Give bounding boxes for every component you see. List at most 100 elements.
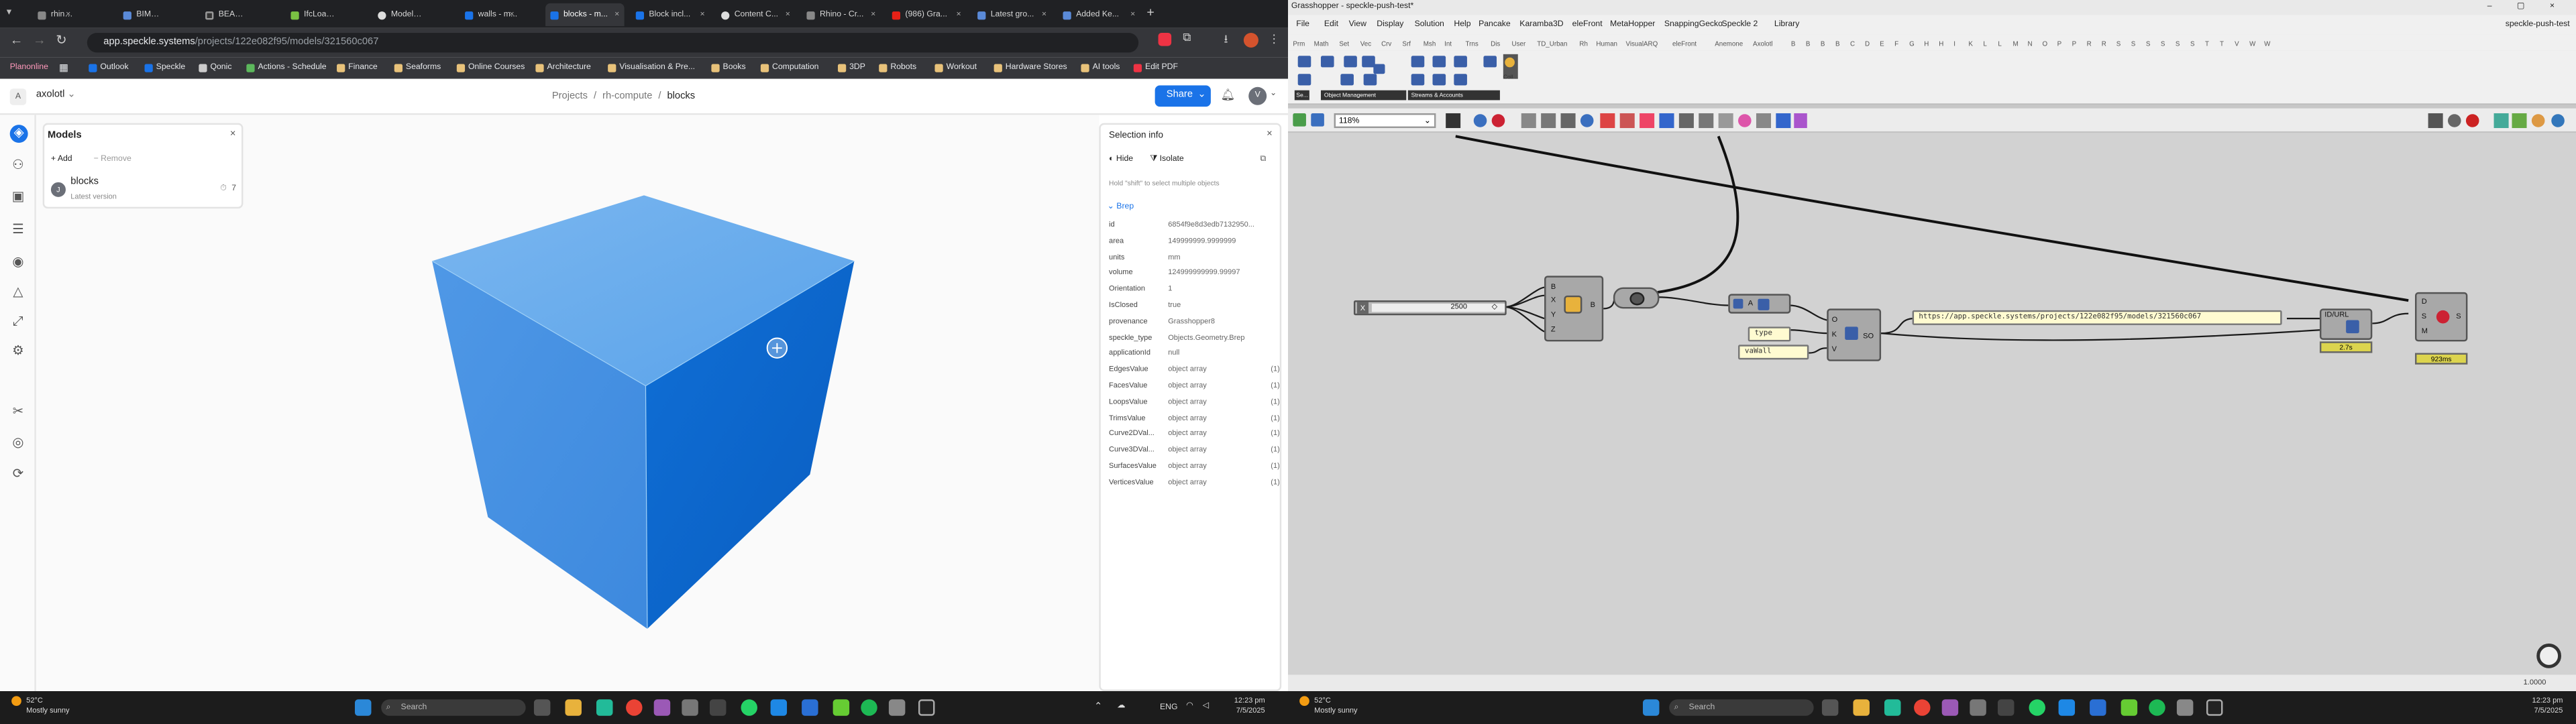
gh-tab[interactable]: S [2116, 40, 2121, 48]
gh-tab[interactable]: K [1968, 40, 1973, 48]
close-icon[interactable]: × [786, 10, 790, 20]
gh-tab[interactable]: S [2190, 40, 2195, 48]
app-icon[interactable] [1884, 699, 1901, 716]
gh-menu-item[interactable]: MetaHopper [1610, 19, 1655, 29]
save-file-icon[interactable] [1311, 113, 1324, 127]
gh-menu-item[interactable]: View [1349, 19, 1366, 29]
center-box-component[interactable]: B X Y Z B [1544, 276, 1604, 342]
spotify-icon[interactable] [861, 699, 877, 716]
remove-model-button[interactable]: − Remove [94, 154, 131, 164]
tab-search-icon[interactable]: ▾ [7, 7, 11, 18]
app-icon[interactable] [1941, 699, 1959, 716]
bookmark-folder-robots[interactable]: Robots [879, 62, 916, 72]
slider-track[interactable]: 2500 ◇ [1371, 302, 1505, 312]
app-icon[interactable] [1997, 699, 2015, 716]
convert-component[interactable] [1613, 287, 1660, 309]
bookmark-planonline[interactable]: Planonline [10, 62, 48, 72]
canvas-widget-icon[interactable] [2536, 644, 2561, 668]
property-row[interactable]: LoopsValue object array (1) [1109, 396, 1280, 409]
settings-gear-icon[interactable]: ⚙ [10, 343, 26, 359]
taskbar-clock[interactable]: 12:23 pm 7/5/2025 [2532, 696, 2563, 715]
ribbon-group-object-management[interactable]: Object Management [1320, 90, 1407, 101]
panel-value[interactable]: vaWall [1738, 345, 1809, 360]
bookmark-actions-schedule[interactable]: Actions - Schedule [246, 62, 327, 72]
vscode-icon[interactable] [770, 699, 788, 716]
property-row[interactable]: area 149999999.9999999 [1109, 235, 1280, 248]
profile-avatar-icon[interactable] [1243, 32, 1258, 48]
open-external-icon[interactable]: ⧉ [1260, 154, 1266, 164]
speckle-sync-send-component[interactable]: D S M S [2415, 292, 2468, 342]
bookmark-folder-ai-tools[interactable]: AI tools [1081, 62, 1120, 72]
gh-tab[interactable]: Anemone [1715, 40, 1743, 48]
browser-menu-icon[interactable]: ⋮ [1269, 33, 1280, 46]
comments-icon[interactable]: ▣ [10, 189, 26, 205]
downloads-icon[interactable]: ⭳ [1224, 33, 1228, 51]
gh-tab[interactable]: I [1953, 40, 1955, 48]
property-row[interactable]: SurfacesValue object array (1) [1109, 460, 1280, 473]
bookmark-folder-finance[interactable]: Finance [337, 62, 378, 72]
zoom-extents-icon[interactable]: ⤢ [10, 314, 26, 330]
gh-tab[interactable]: Vec [1360, 40, 1371, 48]
gh-tab[interactable]: B [1806, 40, 1811, 48]
browser-tab[interactable]: rhino.js c...× [33, 3, 76, 26]
gh-tab[interactable]: S [2176, 40, 2180, 48]
gh-tab[interactable]: M [2012, 40, 2018, 48]
discussions-icon[interactable]: ⚇ [10, 158, 26, 174]
tray-icon[interactable]: ☁ [1117, 701, 1125, 711]
share-button[interactable]: Share ⌄ [1155, 85, 1211, 107]
ribbon-group-collections[interactable]: Coll... [1503, 72, 1518, 82]
gh-tab[interactable]: C [1850, 40, 1855, 48]
gh-tab[interactable]: L [1983, 40, 1986, 48]
gh-menu-item[interactable]: eleFront [1572, 19, 1603, 29]
bookmark-folder-visualisation[interactable]: Visualisation & Pre... [608, 62, 695, 72]
gh-tab[interactable]: S [2146, 40, 2151, 48]
gh-menu-item[interactable]: Karamba3D [1519, 19, 1563, 29]
isolate-button[interactable]: ⧩ Isolate [1150, 154, 1183, 164]
property-row[interactable]: VerticesValue object array (1) [1109, 476, 1280, 489]
chrome-icon[interactable] [626, 699, 643, 716]
canvas-tool-icons[interactable] [1446, 112, 1807, 130]
weather-temp[interactable]: 52°C [26, 696, 69, 706]
extensions-icon[interactable]: ⧉ [1183, 33, 1191, 46]
app-icon[interactable] [2176, 699, 2194, 716]
bookmark-folder-books[interactable]: Books [711, 62, 746, 72]
browser-tab[interactable]: BEAM Cod... [201, 3, 250, 26]
gh-tab[interactable]: P [2072, 40, 2077, 48]
chrome-icon[interactable] [1914, 699, 1931, 716]
gh-tab[interactable]: Srf [1402, 40, 1411, 48]
property-row[interactable]: applicationId null [1109, 347, 1280, 361]
views-icon[interactable]: ◉ [10, 255, 26, 271]
cube-model[interactable] [431, 195, 855, 629]
property-row[interactable]: volume 124999999999.99997 [1109, 267, 1280, 280]
property-row[interactable]: provenance Grasshopper8 [1109, 315, 1280, 328]
tray-chevron-icon[interactable]: ⌃ [1094, 701, 1102, 713]
close-icon[interactable]: × [871, 10, 875, 20]
bookmark-edit-pdf[interactable]: Edit PDF [1133, 62, 1178, 72]
close-icon[interactable]: × [1130, 10, 1135, 20]
vscode-icon[interactable] [2058, 699, 2076, 716]
gh-tab[interactable]: Crv [1381, 40, 1391, 48]
display-mode-icons[interactable] [2422, 112, 2569, 130]
settings-gear-icon[interactable] [1970, 699, 1986, 716]
bookmark-folder-architecture[interactable]: Architecture [535, 62, 591, 72]
back-icon[interactable]: ← [10, 33, 23, 48]
volume-icon[interactable]: ◁ [1203, 701, 1209, 711]
property-row[interactable]: id 6854f9e8d3edb7132950... [1109, 219, 1280, 232]
bookmark-folder-workout[interactable]: Workout [934, 62, 977, 72]
speckle-param-component[interactable]: A [1728, 294, 1791, 314]
gh-menu-item[interactable]: Speckle 2 [1722, 19, 1758, 29]
bookmark-folder-seaforms[interactable]: Seaforms [394, 62, 441, 72]
gh-canvas[interactable]: X 2500 ◇ B X Y Z B A type vaWall O K V S… [1288, 133, 2576, 675]
app-icon[interactable] [653, 699, 671, 716]
gh-menu-item[interactable]: Help [1454, 19, 1470, 29]
gh-tab[interactable]: O [2043, 40, 2048, 48]
property-row[interactable]: Curve3DVal... object array (1) [1109, 444, 1280, 457]
app-icon[interactable] [709, 699, 727, 716]
browser-tab-active[interactable]: blocks - m... × [545, 3, 625, 27]
gh-tab[interactable]: L [1998, 40, 2001, 48]
app-icon[interactable] [596, 699, 613, 716]
gh-tab[interactable]: Axolotl [1753, 40, 1772, 48]
property-row[interactable]: TrimsValue object array (1) [1109, 412, 1280, 425]
property-row[interactable]: units mm [1109, 251, 1280, 264]
close-icon[interactable]: × [614, 10, 619, 20]
